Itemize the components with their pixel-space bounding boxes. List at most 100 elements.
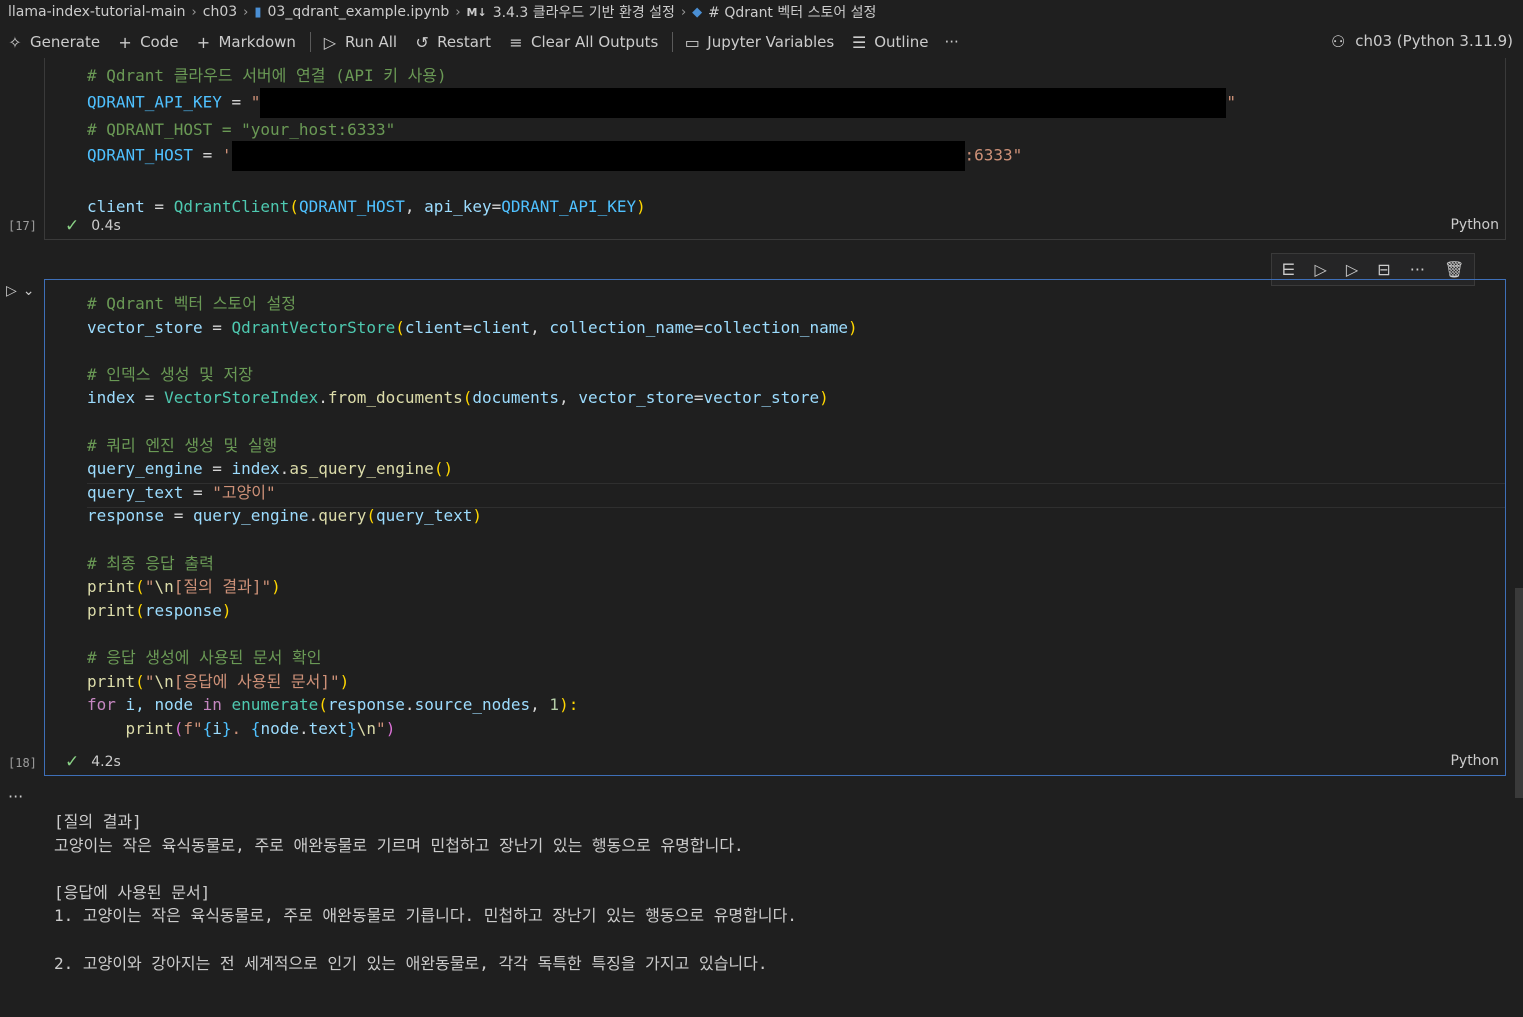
code-comment: # 쿼리 엔진 생성 및 실행 [87,435,278,455]
breadcrumb: llama-index-tutorial-main › ch03 › ▮ 03_… [0,0,1523,24]
output-line: [질의 결과] [54,812,142,831]
add-code-cell-button[interactable]: + Code [110,28,188,56]
execute-below-icon[interactable]: ▷ [1346,260,1358,279]
chevron-right-icon: › [680,4,687,20]
execution-time: 4.2s [91,754,121,770]
cell-output: [질의 결과] 고양이는 작은 육식동물로, 주로 애완동물로 기르며 민첩하고… [54,810,797,975]
code-token: response [327,695,405,715]
code-token: as_query_engine [289,459,434,479]
kernel-icon: ⚇ [1331,31,1346,51]
code-token: i, node [115,695,203,715]
jupyter-variables-button[interactable]: ▭ Jupyter Variables [677,28,844,56]
code-token: QDRANT_HOST [87,145,193,165]
breadcrumb-subfolder[interactable]: ch03 [203,4,237,20]
play-icon: ▷ [6,283,17,299]
code-token: collection_name [549,317,694,337]
kernel-label: ch03 (Python 3.11.9) [1355,32,1513,50]
outline-button[interactable]: ☰ Outline [844,28,938,56]
kernel-picker[interactable]: ⚇ ch03 (Python 3.11.9) [1329,27,1513,55]
code-token: documents [472,388,560,408]
code-token: \n [356,718,377,738]
add-markdown-cell-button[interactable]: + Markdown [188,28,305,56]
code-token: VectorStoreIndex [164,388,319,408]
code-token: " [1226,92,1237,112]
code-token: = [144,196,174,216]
run-by-line-icon[interactable]: ⋿ [1282,260,1296,279]
code-token: ( [395,317,405,337]
generate-button[interactable]: ✧ Generate [0,28,110,56]
scrollbar[interactable] [1515,588,1523,798]
code-token: index [87,388,136,408]
breadcrumb-file[interactable]: 03_qdrant_example.ipynb [268,4,450,20]
code-token: } [221,718,232,738]
cell-language[interactable]: Python [1450,217,1499,233]
execute-above-icon[interactable]: ▷ [1315,260,1327,279]
code-token: response [144,600,222,620]
code-token: , [559,388,579,408]
code-token: ) [339,671,350,691]
play-icon: ▷ [323,32,337,52]
clear-all-outputs-button[interactable]: ≡ Clear All Outputs [501,28,668,56]
code-token: " [144,671,155,691]
code-token: ( [173,718,184,738]
code-token: ) [271,577,281,597]
code-cell[interactable]: # Qdrant 벡터 스토어 설정 vector_store = Qdrant… [44,279,1506,776]
split-cell-icon[interactable]: ⊟ [1377,260,1390,279]
code-token: vector_store [87,317,203,337]
breadcrumb-section[interactable]: 3.4.3 클라우드 기반 환경 설정 [493,2,675,22]
output-line: 2. 고양이와 강아지는 전 세계적으로 인기 있는 애완동물로, 각각 독특한… [54,953,768,973]
run-all-label: Run All [344,33,398,51]
run-all-button[interactable]: ▷ Run All [315,28,407,56]
restart-button[interactable]: ↺ Restart [407,28,501,56]
code-token: in [202,695,222,715]
code-token: , [404,196,425,216]
code-token: print [87,577,136,597]
redacted-host [231,141,965,172]
code-token: print [87,600,136,620]
more-actions-button[interactable]: ··· [938,28,968,56]
code-token: 1 [549,695,560,715]
code-token: = [693,317,704,337]
code-token: ( [135,577,145,597]
sparkle-icon: ✧ [8,32,22,52]
code-comment: # Qdrant 벡터 스토어 설정 [87,294,297,313]
output-line: [응답에 사용된 문서] [54,882,211,902]
more-icon[interactable]: ··· [1410,260,1425,279]
chevron-right-icon: › [455,4,461,20]
run-cell-button[interactable]: ▷ ⌄ [6,283,35,299]
code-token: " [144,577,155,597]
output-more-button[interactable]: ··· [8,787,23,806]
code-cell[interactable]: # Qdrant 클라우드 서버에 연결 (API 키 사용) QDRANT_A… [44,58,1506,240]
breadcrumb-cell[interactable]: # Qdrant 벡터 스토어 설정 [708,2,876,22]
cell-language[interactable]: Python [1450,753,1499,769]
jupyter-variables-label: Jupyter Variables [707,33,835,51]
code-token: = [202,459,232,479]
execution-count: [18] [8,756,37,770]
code-comment: # 최종 응답 출력 [87,553,214,573]
code-token: ) [636,196,646,216]
code-token: . [318,388,328,408]
code-token: client [472,317,531,337]
code-token: i [212,718,222,738]
delete-icon[interactable]: 🗑 [1444,260,1464,279]
code-editor[interactable]: # Qdrant 클라우드 서버에 연결 (API 키 사용) QDRANT_A… [87,64,1236,218]
code-token: = [693,388,704,408]
check-icon: ✓ [65,752,80,772]
code-token: vector_store [703,388,820,408]
check-icon: ✓ [65,216,80,236]
chevron-right-icon: › [191,4,197,20]
code-token: { [250,718,261,738]
code-token: ) [819,388,829,408]
code-token: ) [221,600,232,620]
code-token: = [164,506,193,526]
code-editor[interactable]: # Qdrant 벡터 스토어 설정 vector_store = Qdrant… [87,292,858,740]
breadcrumb-folder[interactable]: llama-index-tutorial-main [8,4,186,20]
code-token: query_engine [192,506,309,526]
code-token: from_documents [327,388,463,408]
code-token: = [491,196,502,216]
code-token: ( [366,506,377,526]
outline-label: Outline [874,33,929,51]
code-token: \n [154,671,174,691]
code-token: text [308,718,348,738]
code-token: , [530,317,550,337]
